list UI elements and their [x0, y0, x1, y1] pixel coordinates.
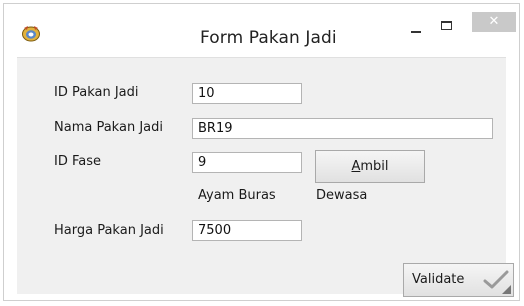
fase-nama-text: Dewasa — [316, 188, 368, 203]
harga-pakan-jadi-label: Harga Pakan Jadi — [54, 223, 164, 238]
ambil-button[interactable]: Ambil — [315, 150, 425, 183]
id-pakan-jadi-label: ID Pakan Jadi — [54, 85, 139, 100]
nama-pakan-jadi-field[interactable]: BR19 — [192, 118, 493, 139]
fase-jenis-text: Ayam Buras — [198, 188, 276, 203]
form-window: Form Pakan Jadi ✕ ID Pakan Jadi 10 Nama … — [3, 3, 520, 301]
resize-grip-icon — [502, 285, 511, 294]
nama-pakan-jadi-label: Nama Pakan Jadi — [54, 120, 163, 135]
id-pakan-jadi-field[interactable]: 10 — [192, 83, 302, 104]
close-icon: ✕ — [488, 14, 500, 29]
maximize-button[interactable] — [435, 17, 461, 39]
close-button[interactable]: ✕ — [472, 12, 516, 32]
harga-pakan-jadi-field[interactable]: 7500 — [192, 220, 302, 241]
app-icon — [22, 26, 40, 42]
form-body: ID Pakan Jadi 10 Nama Pakan Jadi BR19 ID… — [17, 57, 514, 297]
id-fase-field[interactable]: 9 — [192, 152, 302, 173]
id-fase-label: ID Fase — [54, 154, 101, 169]
minimize-button[interactable] — [401, 17, 435, 39]
window-title: Form Pakan Jadi — [200, 28, 337, 48]
validate-button[interactable]: Validate — [403, 263, 514, 297]
ambil-label-rest: mbil — [360, 159, 389, 174]
title-bar[interactable]: Form Pakan Jadi ✕ — [4, 4, 519, 48]
validate-label: Validate — [412, 272, 465, 287]
